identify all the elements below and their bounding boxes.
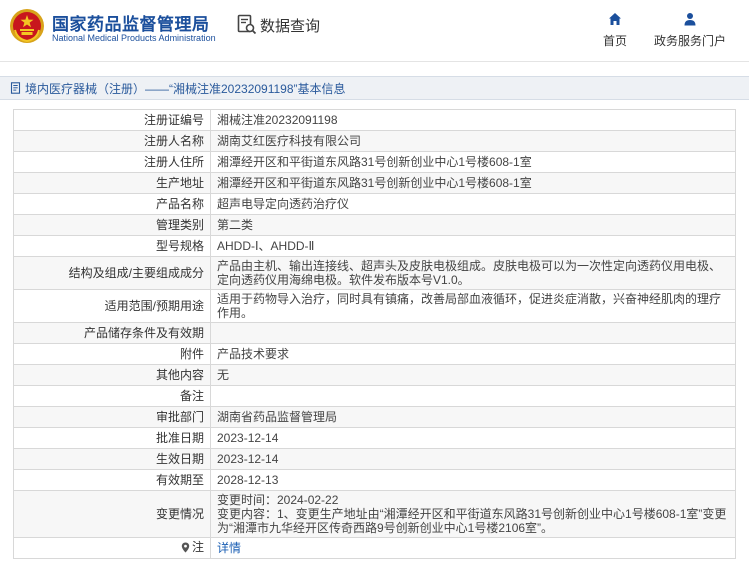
table-row-production-address: 生产地址 湘潭经开区和平街道东风路31号创新创业中心1号楼608-1室	[13, 172, 736, 194]
row-label: 注册证编号	[13, 109, 211, 131]
note-value: 详情	[210, 537, 736, 559]
nav-service-portal[interactable]: 政务服务门户	[651, 12, 729, 49]
table-row-registrant-address: 注册人住所 湘潭经开区和平街道东风路31号创新创业中心1号楼608-1室	[13, 151, 736, 173]
row-label: 产品储存条件及有效期	[13, 322, 211, 344]
row-label: 有效期至	[13, 469, 211, 491]
location-pin-icon	[181, 542, 190, 553]
attachment-value: 产品技术要求	[210, 343, 736, 365]
document-search-icon	[237, 14, 257, 35]
row-label: 管理类别	[13, 214, 211, 236]
document-icon	[10, 82, 21, 94]
table-row-approval-date: 批准日期 2023-12-14	[13, 427, 736, 449]
table-row-expiry-date: 有效期至 2028-12-13	[13, 469, 736, 491]
row-label: 附件	[13, 343, 211, 365]
table-row-note: 注 详情	[13, 537, 736, 559]
approval-date-value: 2023-12-14	[210, 427, 736, 449]
row-label: 型号规格	[13, 235, 211, 257]
data-query-nav[interactable]: 数据查询	[237, 14, 320, 36]
effective-date-value: 2023-12-14	[210, 448, 736, 470]
table-row-effective-date: 生效日期 2023-12-14	[13, 448, 736, 470]
national-emblem-icon	[10, 9, 44, 43]
expiry-date-value: 2028-12-13	[210, 469, 736, 491]
row-label: 生效日期	[13, 448, 211, 470]
row-label: 变更情况	[13, 490, 211, 538]
registration-no-value: 湘械注准20232091198	[210, 109, 736, 131]
row-label: 生产地址	[13, 172, 211, 194]
row-label: 产品名称	[13, 193, 211, 215]
note-label: 注	[181, 540, 204, 554]
table-row-registrant-name: 注册人名称 湖南艾红医疗科技有限公司	[13, 130, 736, 152]
page-title: 境内医疗器械（注册）——“湘械注准20232091198”基本信息	[25, 81, 346, 96]
table-row-model-spec: 型号规格 AHDD-Ⅰ、AHDD-Ⅱ	[13, 235, 736, 257]
home-icon	[609, 13, 621, 25]
production-address-value: 湘潭经开区和平街道东风路31号创新创业中心1号楼608-1室	[210, 172, 736, 194]
row-label: 适用范围/预期用途	[13, 289, 211, 323]
table-row-management-class: 管理类别 第二类	[13, 214, 736, 236]
product-name-value: 超声电导定向透药治疗仪	[210, 193, 736, 215]
row-label: 注册人住所	[13, 151, 211, 173]
remarks-value	[210, 385, 736, 407]
row-label: 备注	[13, 385, 211, 407]
device-info-table: 注册证编号 湘械注准20232091198 注册人名称 湖南艾红医疗科技有限公司…	[13, 109, 736, 559]
storage-value	[210, 322, 736, 344]
row-label: 批准日期	[13, 427, 211, 449]
data-query-label: 数据查询	[260, 17, 321, 35]
site-subtitle: National Medical Products Administration	[52, 33, 216, 43]
user-icon	[684, 13, 696, 26]
structure-value: 产品由主机、输出连接线、超声头及皮肤电极组成。皮肤电极可以为一次性定向透药仪用电…	[210, 256, 736, 290]
site-header: 国家药品监督管理局 National Medical Products Admi…	[0, 0, 749, 62]
table-row-scope: 适用范围/预期用途 适用于药物导入治疗，同时具有镇痛，改善局部血液循环，促进炎症…	[13, 289, 736, 323]
note-label-cell: 注	[13, 537, 211, 559]
table-row-change: 变更情况 变更时间：2024-02-22 变更内容：1、变更生产地址由“湘潭经开…	[13, 490, 736, 538]
table-row-registration-no: 注册证编号 湘械注准20232091198	[13, 109, 736, 131]
change-content: 变更内容：1、变更生产地址由“湘潭经开区和平街道东风路31号创新创业中心1号楼6…	[217, 507, 727, 535]
details-link[interactable]: 详情	[217, 541, 241, 555]
model-spec-value: AHDD-Ⅰ、AHDD-Ⅱ	[210, 235, 736, 257]
page-title-bar: 境内医疗器械（注册）——“湘械注准20232091198”基本信息	[0, 76, 749, 100]
nav-portal-label: 政务服务门户	[653, 34, 726, 48]
table-row-remarks: 备注	[13, 385, 736, 407]
nav-home-label: 首页	[602, 34, 627, 48]
row-label: 注册人名称	[13, 130, 211, 152]
row-label: 其他内容	[13, 364, 211, 386]
table-row-approval-dept: 审批部门 湖南省药品监督管理局	[13, 406, 736, 428]
change-value: 变更时间：2024-02-22 变更内容：1、变更生产地址由“湘潭经开区和平街道…	[210, 490, 736, 538]
approval-dept-value: 湖南省药品监督管理局	[210, 406, 736, 428]
table-row-product-name: 产品名称 超声电导定向透药治疗仪	[13, 193, 736, 215]
table-row-other: 其他内容 无	[13, 364, 736, 386]
scope-value: 适用于药物导入治疗，同时具有镇痛，改善局部血液循环，促进炎症消散，兴奋神经肌肉的…	[210, 289, 736, 323]
management-class-value: 第二类	[210, 214, 736, 236]
other-value: 无	[210, 364, 736, 386]
table-row-structure: 结构及组成/主要组成成分 产品由主机、输出连接线、超声头及皮肤电极组成。皮肤电极…	[13, 256, 736, 290]
registrant-address-value: 湘潭经开区和平街道东风路31号创新创业中心1号楼608-1室	[210, 151, 736, 173]
row-label: 审批部门	[13, 406, 211, 428]
row-label: 结构及组成/主要组成成分	[13, 256, 211, 290]
table-row-attachment: 附件 产品技术要求	[13, 343, 736, 365]
registrant-name-value: 湖南艾红医疗科技有限公司	[210, 130, 736, 152]
change-time: 变更时间：2024-02-22	[217, 493, 339, 507]
table-row-storage: 产品储存条件及有效期	[13, 322, 736, 344]
nav-home[interactable]: 首页	[598, 12, 632, 49]
note-label-text: 注	[191, 540, 204, 555]
site-title: 国家药品监督管理局	[52, 15, 210, 34]
